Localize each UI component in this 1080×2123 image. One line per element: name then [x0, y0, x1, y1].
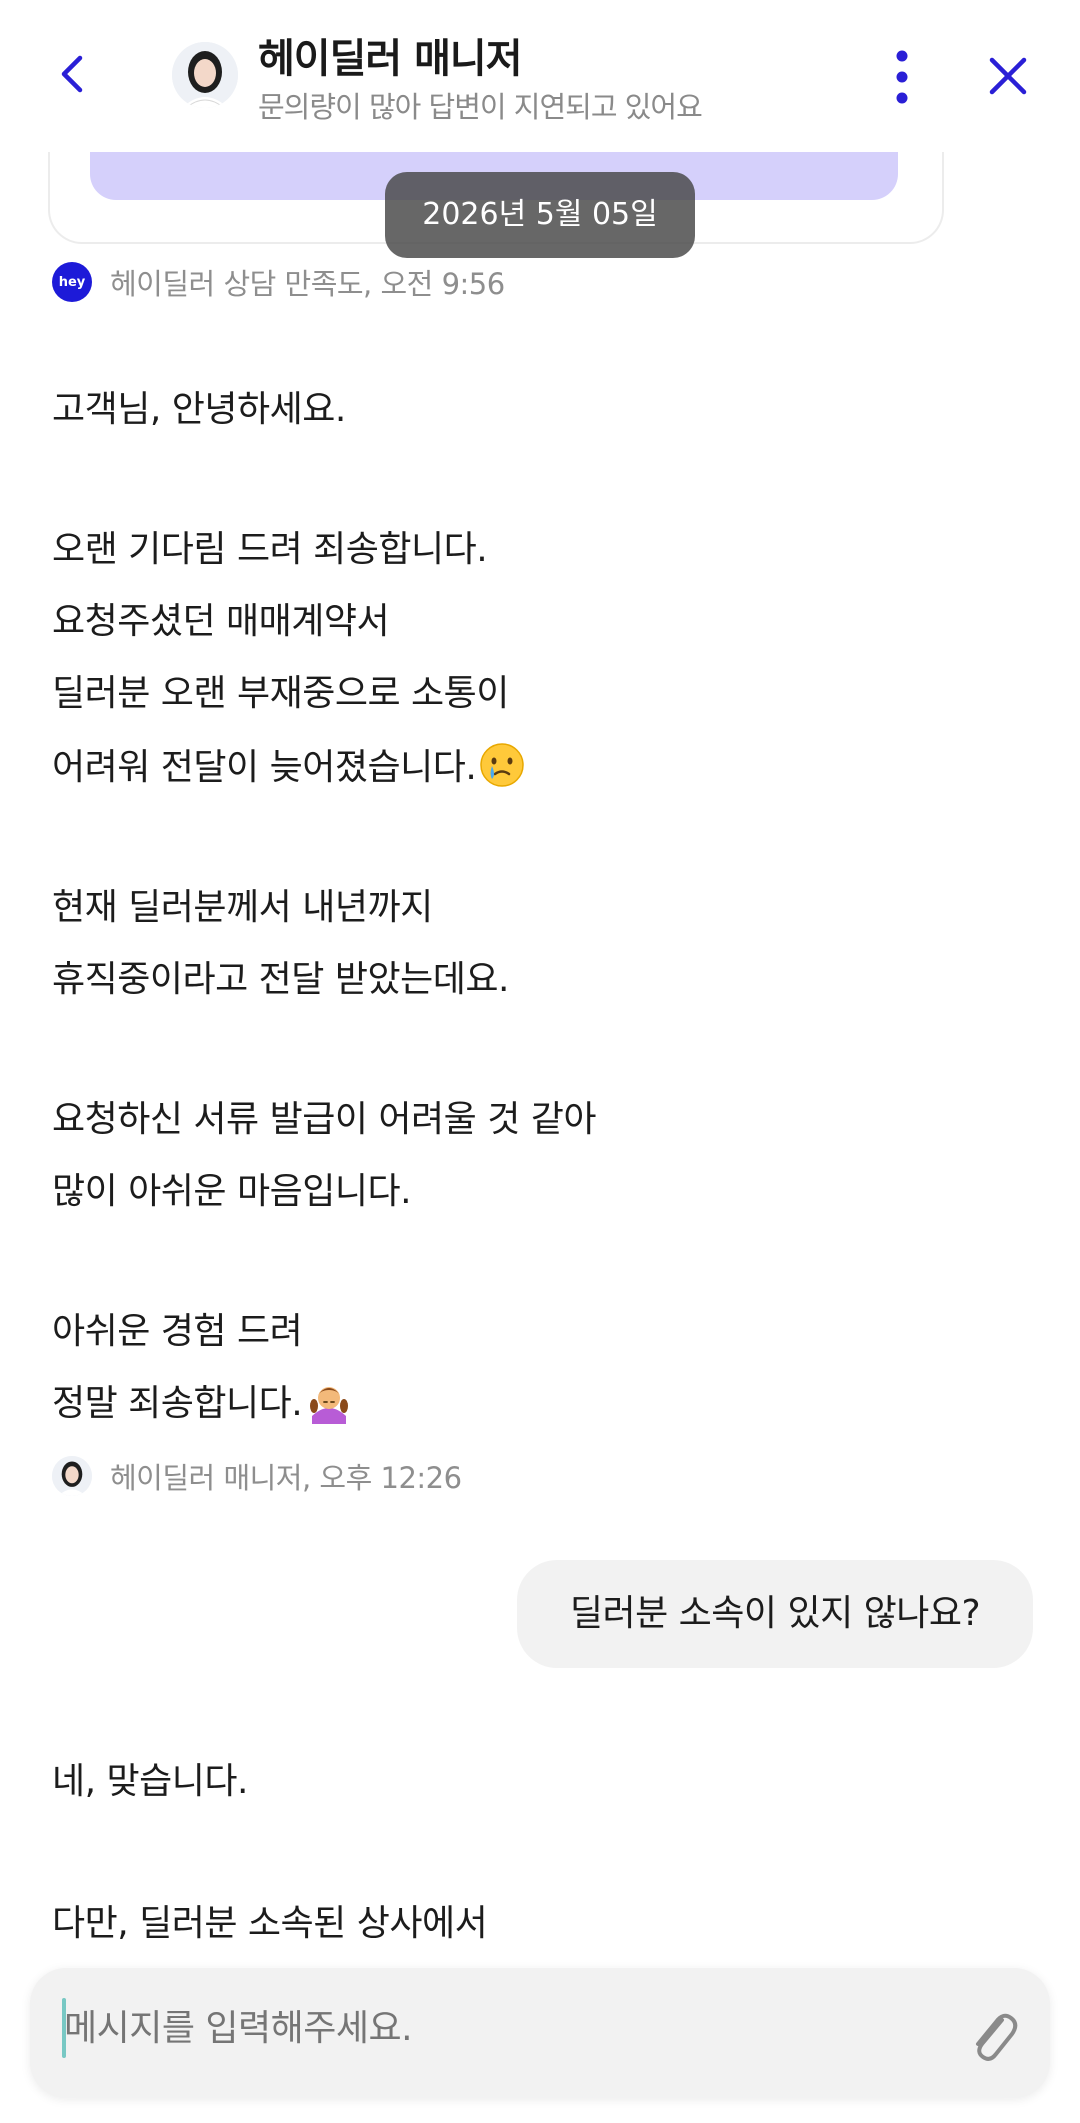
attach-button[interactable]: [964, 1998, 1020, 2068]
chevron-left-icon: [61, 55, 83, 93]
message-line: 딜러분 오랜 부재중으로 소통이: [52, 673, 509, 714]
message-line-with-emoji: 어려워 전달이 늦어졌습니다.: [52, 738, 526, 798]
text-cursor: [62, 1998, 66, 2058]
message-line: 정말 죄송합니다.: [52, 1383, 303, 1424]
chat-header: 헤이딜러 매니저 문의량이 많아 답변이 지연되고 있어요: [0, 0, 1080, 152]
message-line: 요청하신 서류 발급이 어려울 것 같아: [52, 1099, 597, 1140]
message-input[interactable]: [64, 2008, 924, 2049]
message-line: 어려워 전달이 늦어졌습니다.: [52, 747, 477, 788]
person-bowing-emoji: [304, 1376, 354, 1435]
crying-face-emoji: [478, 741, 526, 798]
message-line-with-emoji: 정말 죄송합니다.: [52, 1374, 354, 1435]
sender-label: 헤이딜러 매니저, 오후 12:26: [110, 1461, 462, 1495]
user-message-bubble: 딜러분 소속이 있지 않나요?: [517, 1560, 1033, 1668]
message-line: 다만, 딜러분 소속된 상사에서: [52, 1903, 488, 1944]
heydealer-logo-icon: hey: [52, 262, 92, 302]
manager-avatar-icon: [52, 1456, 92, 1496]
message-line: 아쉬운 경험 드려: [52, 1311, 303, 1352]
page-title: 헤이딜러 매니저: [258, 36, 523, 82]
message-line: 휴직중이라고 전달 받았는데요.: [52, 959, 509, 1000]
message-meta: hey 헤이딜러 상담 만족도, 오전 9:56: [52, 262, 505, 302]
manager-avatar: [172, 42, 238, 108]
message-line: 현재 딜러분께서 내년까지: [52, 887, 433, 928]
close-icon: [989, 57, 1027, 95]
more-vertical-icon: [896, 50, 908, 104]
message-line: 많이 아쉬운 마음입니다.: [52, 1171, 412, 1212]
page-subtitle: 문의량이 많아 답변이 지연되고 있어요: [258, 90, 703, 124]
message-meta: 헤이딜러 매니저, 오후 12:26: [52, 1456, 462, 1496]
message-line: 요청주셨던 매매계약서: [52, 601, 390, 642]
date-indicator: 2026년 5월 05일: [385, 172, 695, 258]
sender-label: 헤이딜러 상담 만족도, 오전 9:56: [110, 267, 505, 301]
back-button[interactable]: [44, 44, 104, 104]
manager-avatar-icon: [172, 42, 238, 108]
message-line: 네, 맞습니다.: [52, 1761, 248, 1802]
message-line: 고객님, 안녕하세요.: [52, 389, 346, 430]
paperclip-icon: [976, 2013, 1018, 2061]
message-line: 오랜 기다림 드려 죄송합니다.: [52, 529, 488, 570]
close-button[interactable]: [980, 48, 1036, 104]
more-options-button[interactable]: [880, 46, 924, 108]
